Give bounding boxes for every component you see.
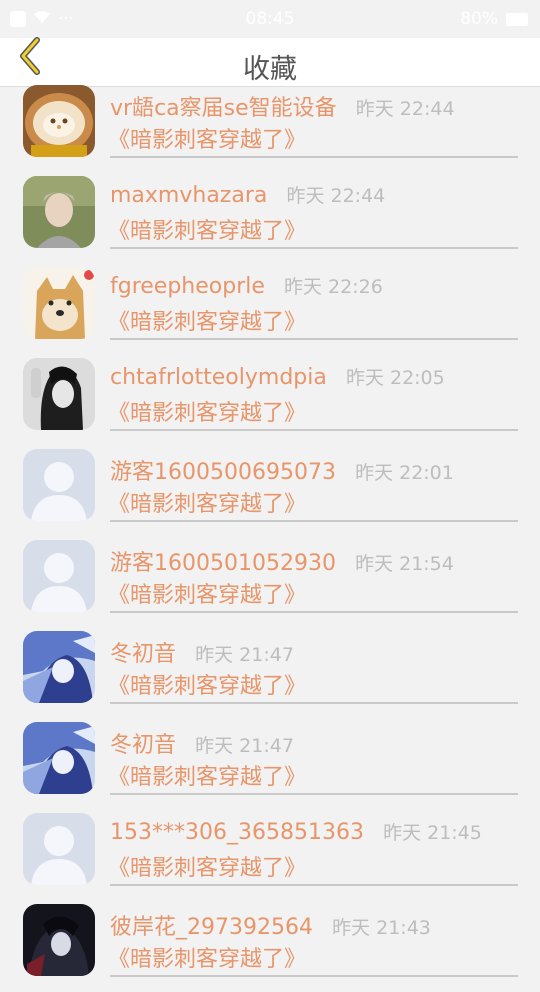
latte-art-avatar <box>23 85 95 157</box>
item-header: 游客1600501052930 昨天 21:54 <box>110 545 454 577</box>
divider <box>110 338 518 340</box>
item-header: maxmvhazara 昨天 22:44 <box>110 181 385 208</box>
list-item[interactable]: 153***306_365851363 昨天 21:45 《暗影刺客穿越了》 <box>0 810 540 901</box>
user-name[interactable]: 游客1600501052930 <box>110 551 336 576</box>
default-user-avatar <box>23 813 95 885</box>
divider <box>110 520 518 522</box>
item-header: vr龉ca察届se智能设备 昨天 22:44 <box>110 90 455 122</box>
default-user-avatar <box>23 449 95 521</box>
timestamp: 昨天 21:47 <box>195 735 294 757</box>
anime-avatar <box>23 722 95 794</box>
photo-avatar-bw <box>23 358 95 430</box>
item-header: fgreepheoprle 昨天 22:26 <box>110 272 383 299</box>
item-header: 游客1600500695073 昨天 22:01 <box>110 454 454 486</box>
user-name[interactable]: vr龉ca察届se智能设备 <box>110 96 337 121</box>
timestamp: 昨天 21:43 <box>332 917 431 939</box>
list-item[interactable]: chtafrlotteolymdpia 昨天 22:05 《暗影刺客穿越了》 <box>0 355 540 446</box>
divider <box>110 611 518 613</box>
divider <box>110 975 518 977</box>
list-item[interactable]: vr龉ca察届se智能设备 昨天 22:44 《暗影刺客穿越了》 <box>0 82 540 173</box>
battery-level: 80% <box>460 9 498 29</box>
game-title[interactable]: 《暗影刺客穿越了》 <box>108 577 306 609</box>
timestamp: 昨天 21:45 <box>383 822 482 844</box>
list-item[interactable]: 彼岸花_297392564 昨天 21:43 《暗影刺客穿越了》 <box>0 901 540 992</box>
photo-avatar-green <box>23 176 95 248</box>
timestamp: 昨天 22:05 <box>345 367 445 389</box>
list-item[interactable]: 游客1600500695073 昨天 22:01 《暗影刺客穿越了》 <box>0 446 540 537</box>
favorites-list: vr龉ca察届se智能设备 昨天 22:44 《暗影刺客穿越了》 maxmvha… <box>0 82 540 992</box>
timestamp: 昨天 22:01 <box>355 462 454 484</box>
page-title: 收藏 <box>243 54 297 85</box>
game-title[interactable]: 《暗影刺客穿越了》 <box>108 486 306 518</box>
divider <box>110 247 518 249</box>
timestamp: 昨天 21:47 <box>195 644 294 666</box>
game-title[interactable]: 《暗影刺客穿越了》 <box>108 213 306 245</box>
game-title[interactable]: 《暗影刺客穿越了》 <box>108 122 306 154</box>
user-name[interactable]: 冬初音 <box>110 642 176 667</box>
item-header: 冬初音 昨天 21:47 <box>110 727 294 759</box>
anime-avatar <box>23 631 95 703</box>
user-name[interactable]: 冬初音 <box>110 733 176 758</box>
list-item[interactable]: maxmvhazara 昨天 22:44 《暗影刺客穿越了》 <box>0 173 540 264</box>
divider <box>110 702 518 704</box>
default-user-avatar <box>23 540 95 612</box>
divider <box>110 884 518 886</box>
list-item[interactable]: fgreepheoprle 昨天 22:26 《暗影刺客穿越了》 <box>0 264 540 355</box>
game-title[interactable]: 《暗影刺客穿越了》 <box>108 850 306 882</box>
timestamp: 昨天 22:26 <box>284 276 383 298</box>
item-header: chtafrlotteolymdpia 昨天 22:05 <box>110 363 445 390</box>
nav-bar: 收藏 <box>0 37 540 87</box>
game-title[interactable]: 《暗影刺客穿越了》 <box>108 304 306 336</box>
divider <box>110 793 518 795</box>
divider <box>110 429 518 431</box>
timestamp: 昨天 22:44 <box>355 98 455 120</box>
game-title[interactable]: 《暗影刺客穿越了》 <box>108 668 306 700</box>
timestamp: 昨天 21:54 <box>355 553 454 575</box>
user-name[interactable]: 游客1600500695073 <box>110 460 336 485</box>
game-title[interactable]: 《暗影刺客穿越了》 <box>108 941 306 973</box>
battery-icon <box>506 12 528 26</box>
user-name[interactable]: 彼岸花_297392564 <box>110 915 313 940</box>
user-name[interactable]: 153***306_365851363 <box>110 820 364 845</box>
game-title[interactable]: 《暗影刺客穿越了》 <box>108 759 306 791</box>
list-item[interactable]: 游客1600501052930 昨天 21:54 《暗影刺客穿越了》 <box>0 537 540 628</box>
dark-anime-avatar <box>23 904 95 976</box>
status-right: 80% <box>460 9 528 29</box>
item-header: 彼岸花_297392564 昨天 21:43 <box>110 909 431 941</box>
list-item[interactable]: 冬初音 昨天 21:47 《暗影刺客穿越了》 <box>0 628 540 719</box>
status-time: 08:45 <box>245 9 295 29</box>
item-header: 153***306_365851363 昨天 21:45 <box>110 818 482 845</box>
game-title[interactable]: 《暗影刺客穿越了》 <box>108 395 306 427</box>
item-header: 冬初音 昨天 21:47 <box>110 636 294 668</box>
user-name[interactable]: maxmvhazara <box>110 183 267 208</box>
status-bar: ··· 08:45 80% <box>0 0 540 38</box>
user-name[interactable]: fgreepheoprle <box>110 274 265 299</box>
divider <box>110 156 518 158</box>
doge-avatar <box>23 267 95 339</box>
user-name[interactable]: chtafrlotteolymdpia <box>110 365 327 390</box>
list-item[interactable]: 冬初音 昨天 21:47 《暗影刺客穿越了》 <box>0 719 540 810</box>
timestamp: 昨天 22:44 <box>286 185 386 207</box>
